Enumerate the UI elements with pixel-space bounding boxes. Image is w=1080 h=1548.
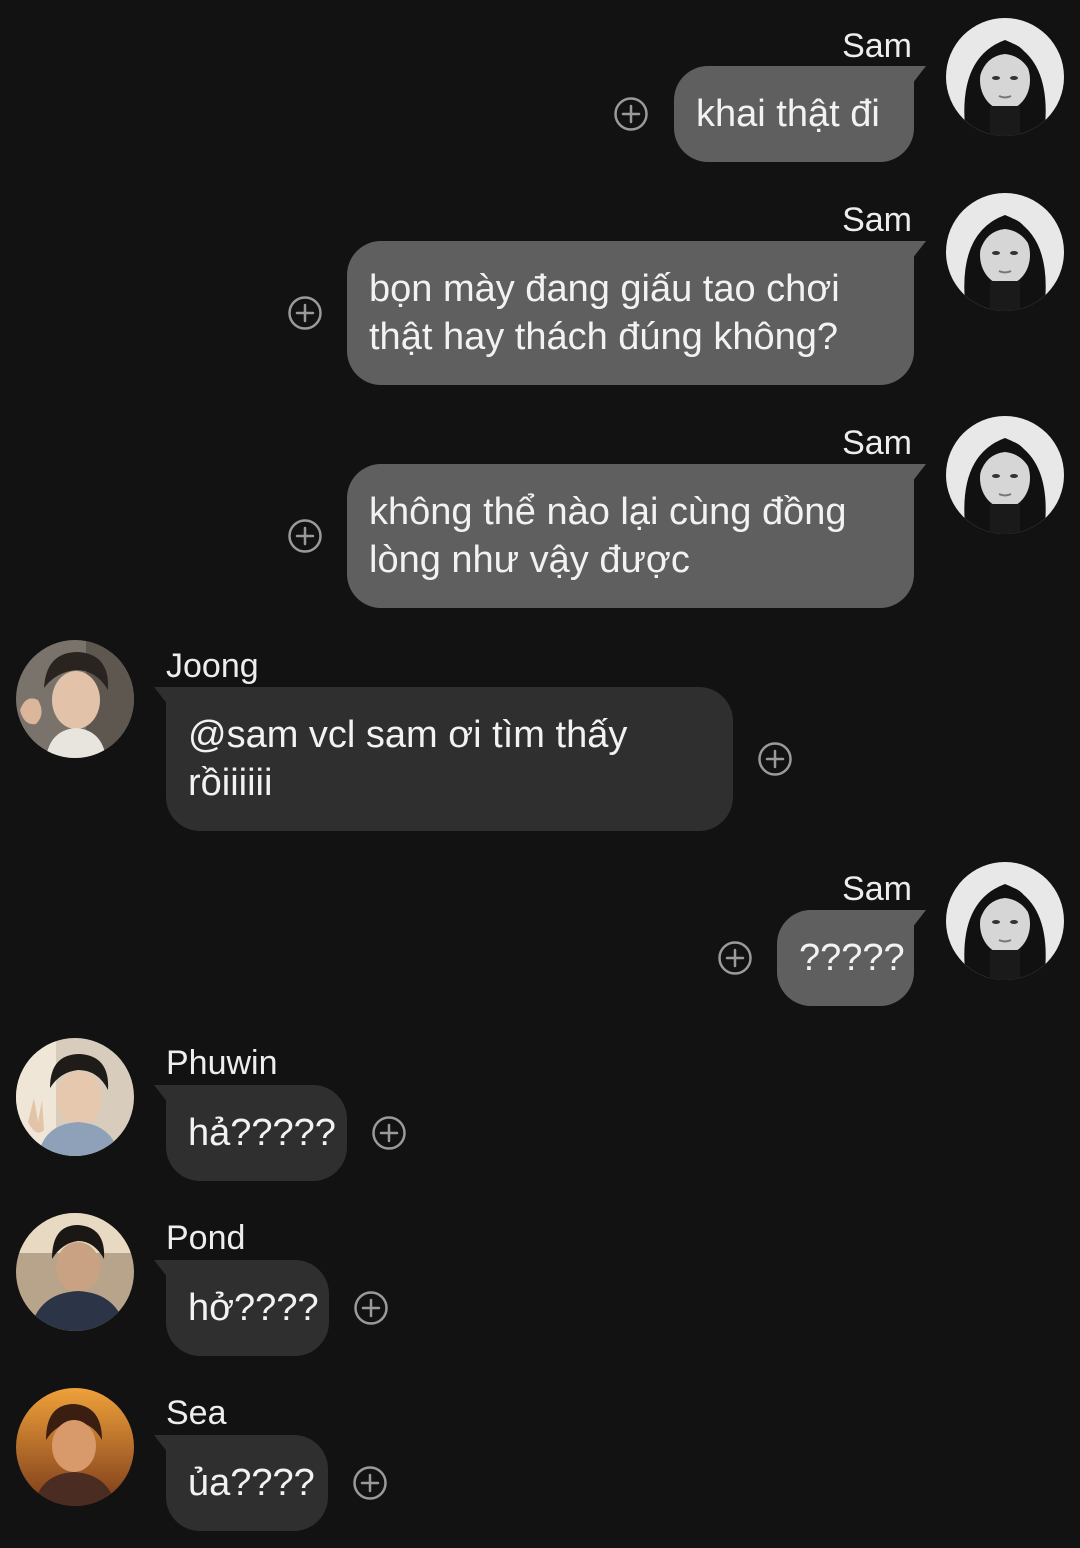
message-bubble[interactable]: hả?????	[166, 1085, 347, 1181]
pond-avatar[interactable]	[16, 1213, 134, 1331]
message-bubble[interactable]: ủa????	[166, 1435, 328, 1531]
add-reaction-icon[interactable]	[717, 940, 753, 976]
sender-name: Sea	[166, 1394, 227, 1432]
add-reaction-icon[interactable]	[757, 741, 793, 777]
message-bubble[interactable]: bọn mày đang giấu tao chơi thật hay thác…	[347, 241, 914, 385]
add-reaction-icon[interactable]	[371, 1115, 407, 1151]
message-text: ủa????	[188, 1462, 315, 1504]
bubble-tail	[912, 910, 926, 928]
add-reaction-icon[interactable]	[287, 518, 323, 554]
sam-avatar[interactable]	[946, 862, 1064, 980]
message-bubble[interactable]: @sam vcl sam ơi tìm thấy rồiiiiii	[166, 687, 733, 831]
sea-avatar[interactable]	[16, 1388, 134, 1506]
add-reaction-icon[interactable]	[613, 96, 649, 132]
add-reaction-icon[interactable]	[287, 295, 323, 331]
sam-avatar[interactable]	[946, 18, 1064, 136]
bubble-tail	[912, 66, 926, 84]
sender-name: Pond	[166, 1219, 246, 1257]
sender-name: Sam	[842, 424, 912, 462]
message-bubble[interactable]: hở????	[166, 1260, 329, 1356]
sender-name: Phuwin	[166, 1044, 278, 1082]
add-reaction-icon[interactable]	[352, 1465, 388, 1501]
message-bubble[interactable]: khai thật đi	[674, 66, 914, 162]
message-text: khai thật đi	[696, 93, 880, 135]
sender-name: Sam	[842, 201, 912, 239]
sender-name: Joong	[166, 647, 259, 685]
sender-name: Sam	[842, 27, 912, 65]
bubble-tail	[912, 464, 926, 482]
message-text: hả?????	[188, 1112, 336, 1154]
joong-avatar[interactable]	[16, 640, 134, 758]
message-bubble[interactable]: không thể nào lại cùng đồng lòng như vậy…	[347, 464, 914, 608]
message-text: bọn mày đang giấu tao chơi thật hay thác…	[369, 268, 840, 358]
sam-avatar[interactable]	[946, 193, 1064, 311]
message-bubble[interactable]: ?????	[777, 910, 914, 1006]
message-text: @sam vcl sam ơi tìm thấy rồiiiiii	[188, 714, 628, 804]
phuwin-avatar[interactable]	[16, 1038, 134, 1156]
message-text: ?????	[799, 937, 905, 979]
bubble-tail	[912, 241, 926, 259]
message-text: không thể nào lại cùng đồng lòng như vậy…	[369, 491, 847, 581]
sender-name: Sam	[842, 870, 912, 908]
message-text: hở????	[188, 1287, 319, 1329]
sam-avatar[interactable]	[946, 416, 1064, 534]
add-reaction-icon[interactable]	[353, 1290, 389, 1326]
